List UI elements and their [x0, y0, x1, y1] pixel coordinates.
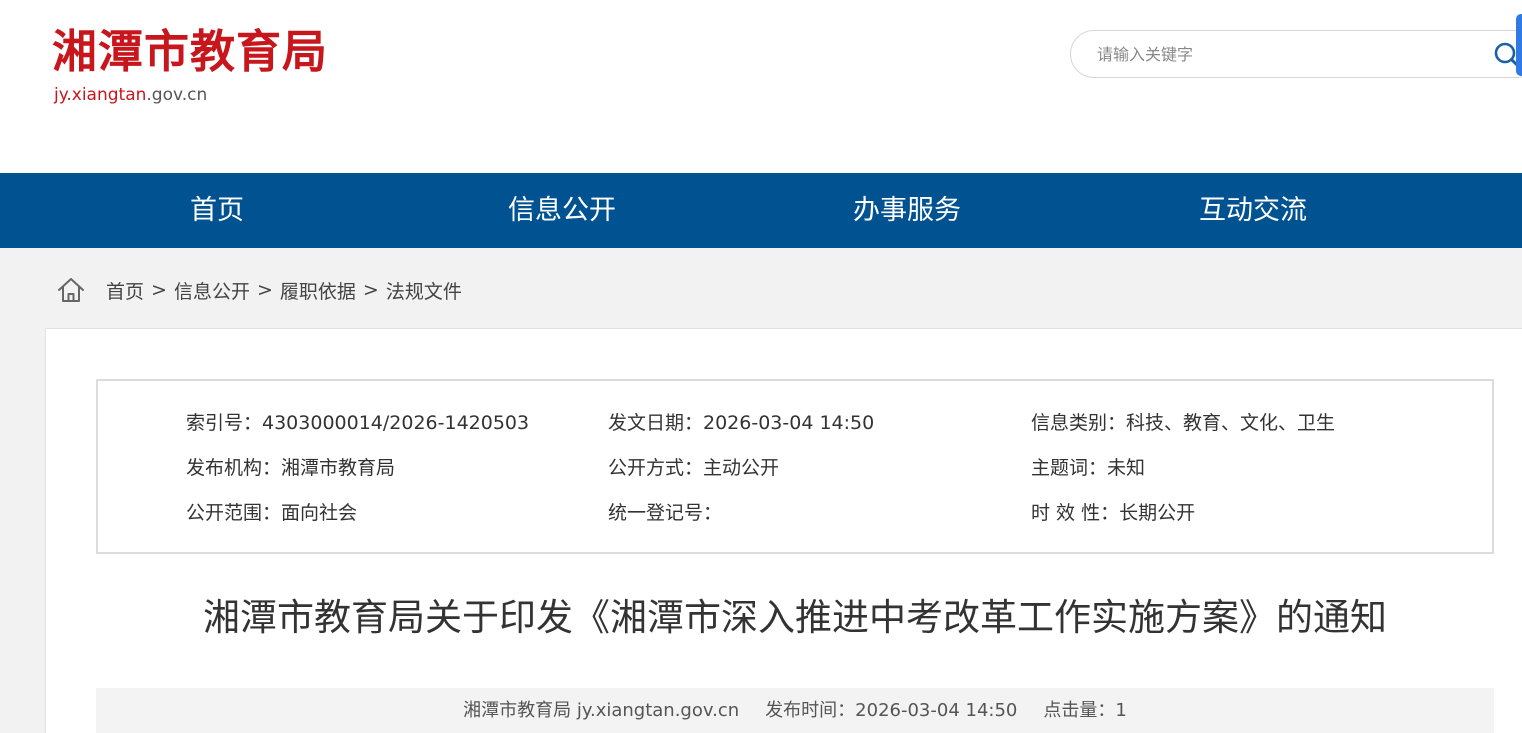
nav-item-home[interactable]: 首页	[190, 173, 244, 248]
meta-validity: 时 效 性：长期公开	[1031, 502, 1196, 524]
article-source: 湘潭市教育局 jy.xiangtan.gov.cn	[463, 700, 740, 721]
logo-domain-main: jy.xiangtan	[54, 85, 147, 105]
meta-subject: 主题词：未知	[1031, 457, 1146, 479]
nav-item-interaction[interactable]: 互动交流	[1199, 173, 1307, 248]
nav-item-info-disclosure[interactable]: 信息公开	[508, 173, 616, 248]
article-info: 湘潭市教育局 jy.xiangtan.gov.cn 发布时间：2026-03-04…	[96, 688, 1494, 733]
site-logo-domain: jy.xiangtan.gov.cn	[54, 84, 207, 106]
meta-registration-no: 统一登记号：	[608, 502, 723, 524]
nav-item-services[interactable]: 办事服务	[853, 173, 961, 248]
breadcrumb-info-disclosure[interactable]: 信息公开	[174, 277, 250, 304]
breadcrumb-separator: >	[362, 279, 379, 301]
article-info-bar: 湘潭市教育局 jy.xiangtan.gov.cn 发布时间：2026-03-04…	[96, 688, 1494, 733]
main-nav: 首页 信息公开 办事服务 互动交流	[0, 173, 1522, 248]
search-input[interactable]	[1097, 41, 1477, 67]
meta-issue-date: 发文日期：2026-03-04 14:50	[608, 412, 875, 434]
side-scroll-tab[interactable]	[1516, 14, 1522, 76]
home-icon[interactable]	[56, 275, 86, 305]
site-header: 湘潭市教育局 jy.xiangtan.gov.cn	[0, 0, 1522, 173]
article-title: 湘潭市教育局关于印发《湘潭市深入推进中考改革工作实施方案》的通知	[203, 596, 1387, 639]
site-logo-title[interactable]: 湘潭市教育局	[52, 24, 328, 80]
meta-disclosure-method: 公开方式：主动公开	[608, 457, 780, 479]
breadcrumb-separator: >	[151, 279, 167, 301]
meta-publisher: 发布机构：湘潭市教育局	[186, 457, 396, 479]
breadcrumb-separator: >	[256, 279, 273, 301]
meta-category: 信息类别：科技、教育、文化、卫生	[1031, 412, 1336, 434]
meta-index-no: 索引号：4303000014/2026-1420503	[186, 412, 530, 434]
document-metadata-box: 索引号：4303000014/2026-1420503 发文日期：2026-03…	[96, 379, 1494, 554]
breadcrumb-home[interactable]: 首页	[106, 277, 144, 304]
article-clicks: 点击量：1	[1043, 700, 1127, 721]
meta-disclosure-scope: 公开范围：面向社会	[186, 502, 358, 524]
logo-domain-suffix: .gov.cn	[146, 85, 208, 105]
article-publish-time: 发布时间：2026-03-04 14:50	[765, 700, 1018, 721]
breadcrumb-regulations[interactable]: 法规文件	[386, 277, 462, 304]
breadcrumb: 首页 > 信息公开 > 履职依据 > 法规文件	[56, 272, 462, 308]
search-box	[1070, 30, 1522, 78]
breadcrumb-duty-basis[interactable]: 履职依据	[280, 277, 356, 304]
